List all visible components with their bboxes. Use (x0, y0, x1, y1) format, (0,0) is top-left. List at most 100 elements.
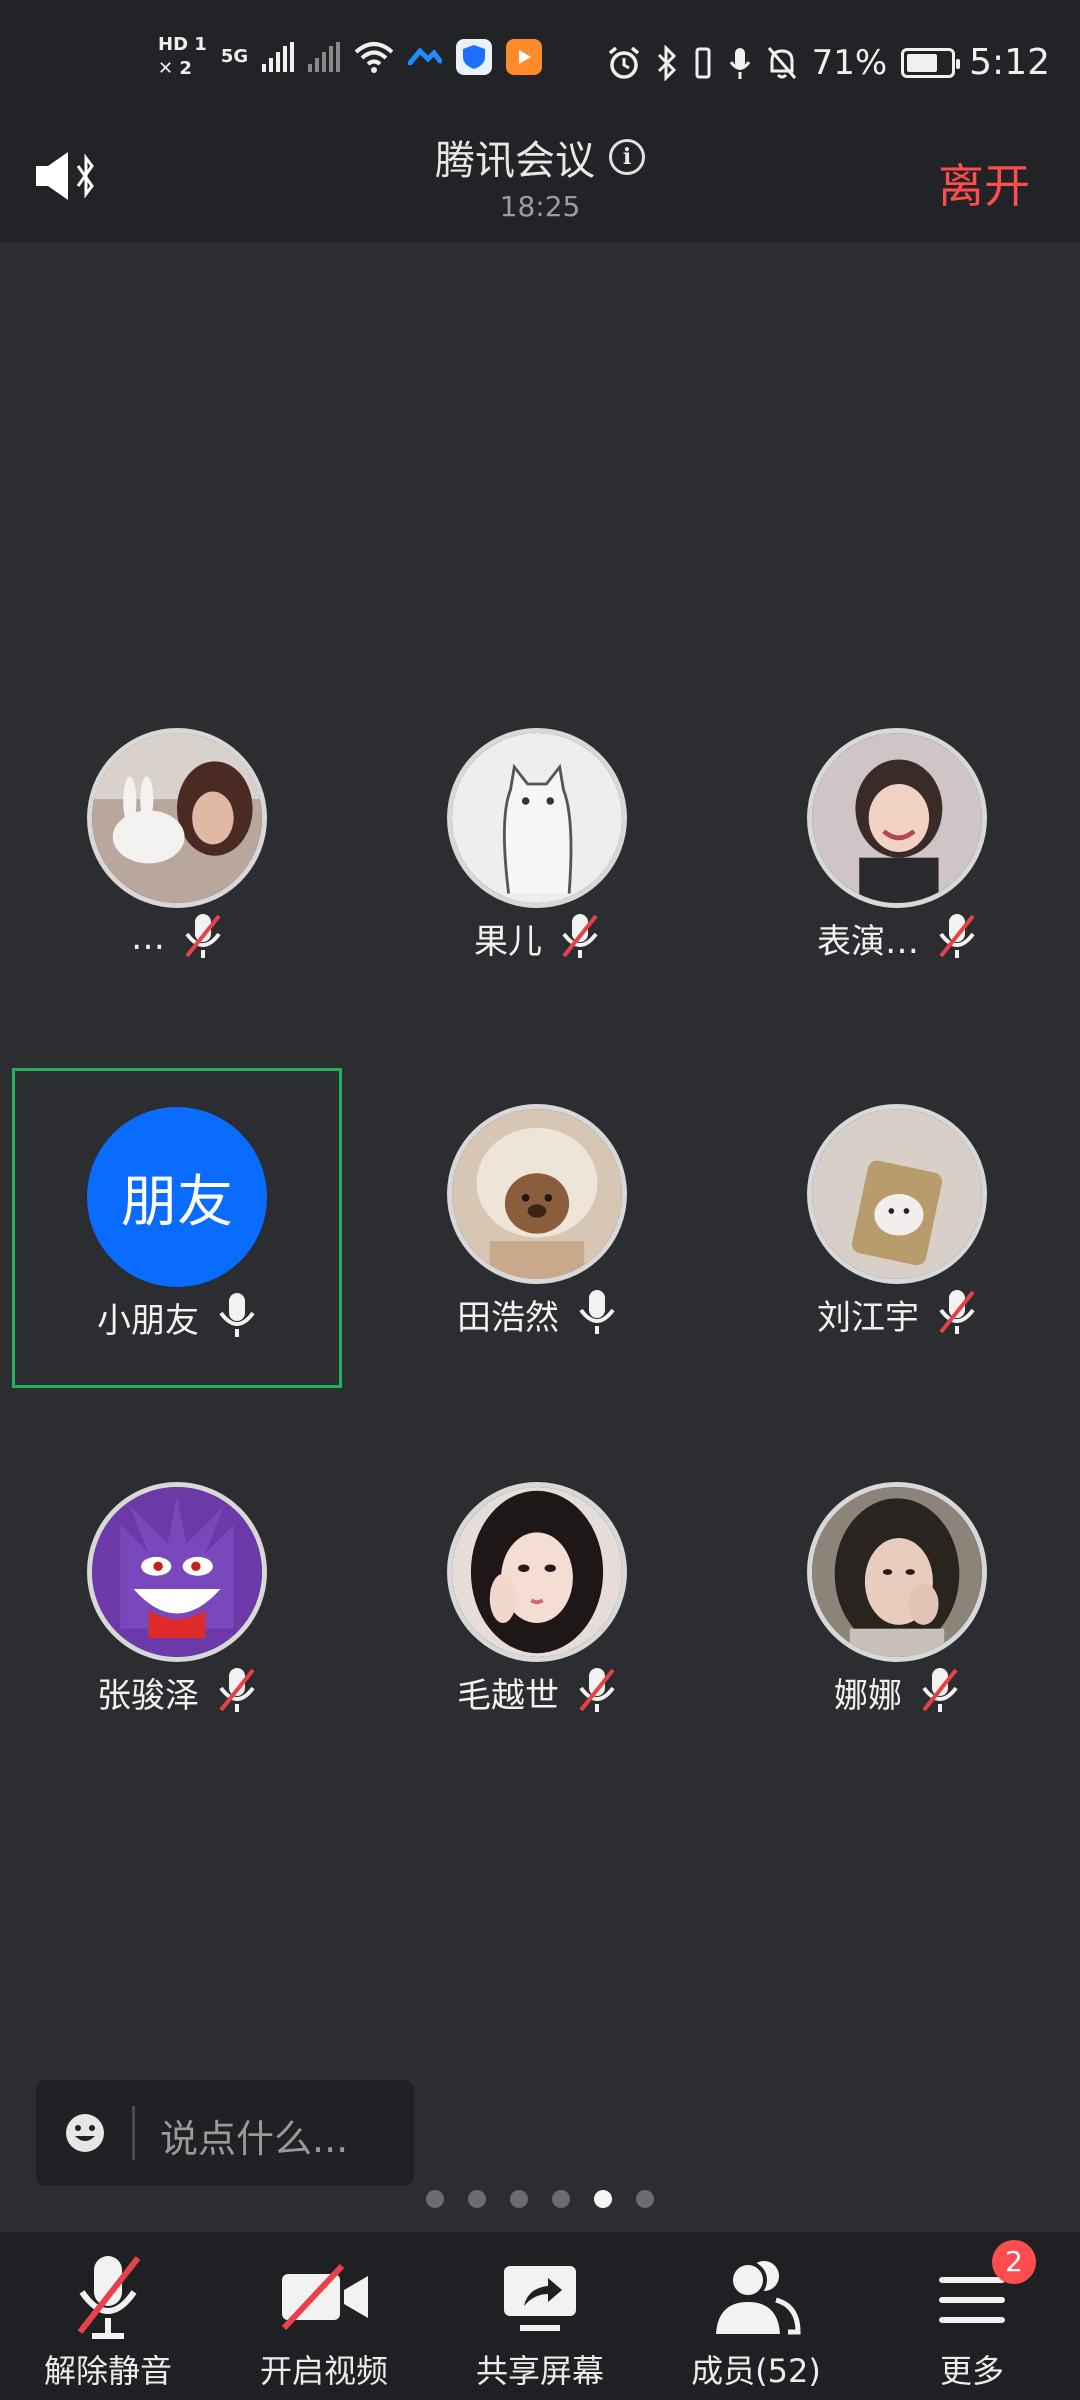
mic-muted-icon (217, 1666, 257, 1718)
mic-muted-icon (183, 912, 223, 964)
status-bar: HD 1 ✕ 2 5G 71% 5:12 (0, 30, 1080, 110)
video-off-icon (281, 2263, 368, 2331)
avatar: 朋友 (87, 1107, 267, 1287)
participant-tile[interactable]: 表演… (732, 692, 1062, 1012)
participant-name: 田浩然 (457, 1297, 559, 1338)
meeting-title: 腾讯会议 i (0, 128, 1080, 186)
sim2-label: 2 (179, 58, 192, 79)
more-button[interactable]: 2 更多 (864, 2232, 1080, 2400)
members-icon (716, 2261, 801, 2335)
page-dot[interactable] (510, 2190, 528, 2208)
participant-tile[interactable]: 朋友小朋友 (12, 1068, 342, 1388)
participant-name-row: 小朋友 (15, 1291, 339, 1343)
participant-tile[interactable]: … (12, 692, 342, 1012)
participant-name-row: … (12, 912, 342, 964)
alarm-icon (608, 46, 639, 79)
video-app-icon (506, 39, 543, 75)
signal2-icon (308, 42, 341, 72)
status-right: 71% 5:12 (606, 42, 1050, 83)
share-screen-button[interactable]: 共享屏幕 (432, 2232, 648, 2400)
participant-name: 张骏泽 (97, 1675, 199, 1716)
participant-name-row: 表演… (732, 912, 1062, 964)
participant-name: 娜娜 (834, 1675, 902, 1716)
participant-name-row: 毛越世 (372, 1666, 702, 1718)
battery-text: 71% (811, 42, 888, 83)
participant-tile[interactable]: 田浩然 (372, 1068, 702, 1388)
members-button[interactable]: 成员(52) (648, 2232, 864, 2400)
unmute-label: 解除静音 (43, 2352, 172, 2390)
status-left: HD 1 ✕ 2 5G (158, 34, 543, 79)
page-dot[interactable] (426, 2190, 444, 2208)
bottom-toolbar: 解除静音 开启视频 共享屏幕 成员(52) 2 更多 (0, 2232, 1080, 2400)
shield-app-icon (456, 39, 493, 75)
avatar-purple-monster-cartoon-icon (87, 1482, 267, 1662)
network-type: 5G (220, 46, 249, 67)
info-icon[interactable]: i (609, 139, 645, 175)
sim1-label: 1 (194, 34, 207, 55)
wifi-icon (354, 42, 394, 73)
bell-off-icon (767, 46, 796, 79)
participant-name: 小朋友 (97, 1300, 199, 1341)
tencent-meeting-icon (408, 47, 443, 66)
emoji-icon[interactable] (64, 2112, 106, 2154)
more-badge: 2 (992, 2240, 1036, 2284)
hd-label: HD (158, 34, 189, 55)
mic-icon (217, 1291, 257, 1343)
participant-name-row: 刘江宇 (732, 1288, 1062, 1340)
leave-button[interactable]: 离开 (938, 150, 1030, 216)
participant-name: 表演… (817, 921, 919, 962)
avatar-photo-girl-portrait-icon (447, 1482, 627, 1662)
mic-muted-icon (560, 912, 600, 964)
signal-icon (262, 42, 295, 72)
participant-tile[interactable]: 果儿 (372, 692, 702, 1012)
chat-divider (132, 2106, 135, 2160)
participant-name: 果儿 (474, 921, 542, 962)
page-dot[interactable] (552, 2190, 570, 2208)
share-screen-icon (504, 2266, 576, 2331)
start-video-button[interactable]: 开启视频 (216, 2232, 432, 2400)
battery-icon (901, 47, 961, 78)
chat-placeholder: 说点什么... (160, 2117, 349, 2161)
avatar-photo-small-animal-icon (807, 1104, 987, 1284)
participant-name: 毛越世 (457, 1675, 559, 1716)
participant-tile[interactable]: 娜娜 (732, 1446, 1062, 1766)
top-bar: HD 1 ✕ 2 5G 71% 5:12 腾讯会议 i 18:25 离开 (0, 0, 1080, 242)
sim-indicators: HD 1 ✕ 2 (158, 34, 207, 79)
avatar-photo-girl-selfie-icon (807, 1482, 987, 1662)
vibrate-icon (695, 47, 711, 78)
unmute-button[interactable]: 解除静音 (0, 2232, 216, 2400)
participant-tile[interactable]: 毛越世 (372, 1446, 702, 1766)
participant-name: 刘江宇 (817, 1297, 919, 1338)
mic-muted-icon (937, 912, 977, 964)
page-indicator (0, 2190, 1080, 2208)
members-label: 成员(52) (691, 2352, 821, 2390)
share-screen-label: 共享屏幕 (475, 2352, 604, 2390)
meeting-title-text: 腾讯会议 (435, 138, 595, 184)
avatar-photo-girl-with-rabbit-icon (87, 728, 267, 908)
page-dot[interactable] (468, 2190, 486, 2208)
avatar-photo-smiling-child-icon (807, 728, 987, 908)
mic-status-icon (729, 47, 750, 79)
status-time: 5:12 (969, 42, 1050, 83)
participant-name: … (131, 918, 165, 958)
mic-icon (577, 1288, 617, 1340)
meeting-timer: 18:25 (499, 190, 581, 223)
more-label: 更多 (939, 2352, 1004, 2390)
participant-tile[interactable]: 张骏泽 (12, 1446, 342, 1766)
avatar-sketch-cat-icon (447, 728, 627, 908)
mic-muted-icon (937, 1288, 977, 1340)
mic-muted-icon (577, 1666, 617, 1718)
participant-name-row: 果儿 (372, 912, 702, 964)
bluetooth-icon (657, 44, 676, 81)
page-dot[interactable] (636, 2190, 654, 2208)
participant-name-row: 田浩然 (372, 1288, 702, 1340)
mic-muted-icon (920, 1666, 960, 1718)
participant-name-row: 张骏泽 (12, 1666, 342, 1718)
participant-name-row: 娜娜 (732, 1666, 1062, 1718)
avatar-photo-teddy-bear-icon (447, 1104, 627, 1284)
mic-muted-icon (77, 2256, 141, 2339)
start-video-label: 开启视频 (259, 2352, 388, 2390)
page-dot[interactable] (594, 2190, 612, 2208)
chat-input[interactable]: 说点什么... (36, 2080, 414, 2186)
participant-tile[interactable]: 刘江宇 (732, 1068, 1062, 1388)
